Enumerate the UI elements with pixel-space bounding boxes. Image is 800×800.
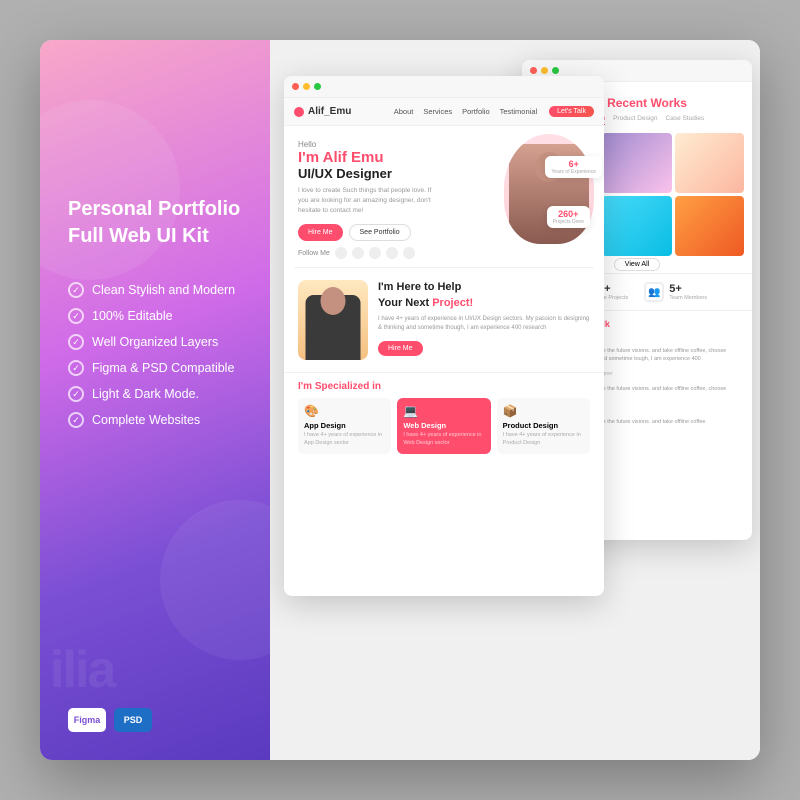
projects-num: 260+ [553, 209, 584, 219]
product-design-icon: 📦 [503, 404, 584, 418]
nav-services[interactable]: Services [423, 107, 452, 116]
see-portfolio-button[interactable]: See Portfolio [349, 224, 411, 241]
app-design-icon: 🎨 [304, 404, 385, 418]
feature-item: 100% Editable [68, 308, 242, 324]
exp-label: Years of Experience [551, 169, 596, 175]
help-person-image [298, 280, 368, 360]
right-panel: Alif_Emu About Services Portfolio Testim… [270, 40, 760, 760]
social-instagram-icon[interactable] [403, 247, 415, 259]
hero-desc: I love to create Such things that people… [298, 186, 438, 215]
dot-red-2 [530, 67, 537, 74]
check-icon [68, 360, 84, 376]
specialized-section: I'm Specialized in 🎨 App Design I have 4… [284, 372, 604, 461]
feature-item: Complete Websites [68, 412, 242, 428]
feature-item: Well Organized Layers [68, 334, 242, 350]
stats-badge: 6+ Years of Experience [545, 156, 602, 178]
stat-team-members: 👥 5+ Team Members [644, 282, 707, 302]
projects-badge: 260+ Projects Done [547, 206, 590, 228]
social-facebook-icon[interactable] [386, 247, 398, 259]
projects-label: Projects Done [553, 219, 584, 225]
product-design-desc: I have 4+ years of experience in Product… [503, 432, 584, 447]
check-icon [68, 412, 84, 428]
check-icon [68, 386, 84, 402]
social-twitter-icon[interactable] [369, 247, 381, 259]
help-section: I'm Here to Help Your Next Project! I ha… [284, 268, 604, 372]
nav-cta-button[interactable]: Let's Talk [549, 106, 594, 117]
check-icon [68, 282, 84, 298]
tool-badges: Figma PSD [68, 708, 242, 732]
view-all-button[interactable]: View All [614, 258, 660, 271]
nav-testimonial[interactable]: Testimonial [500, 107, 538, 116]
help-title: I'm Here to Help Your Next Project! [378, 280, 590, 311]
logo-dot [294, 107, 304, 117]
dot-green-2 [552, 67, 559, 74]
stat-members-info: 5+ Team Members [669, 283, 707, 301]
product-title: Personal PortfolioFull Web UI Kit [68, 196, 242, 250]
feature-item: Light & Dark Mode. [68, 386, 242, 402]
web-design-title: Web Design [403, 421, 484, 430]
nav-portfolio[interactable]: Portfolio [462, 107, 490, 116]
tab-case-studies[interactable]: Case Studies [666, 115, 705, 125]
nav-links: About Services Portfolio Testimonial [394, 107, 537, 116]
service-app-design[interactable]: 🎨 App Design I have 4+ years of experien… [298, 398, 391, 453]
people-icon: 👥 [644, 282, 664, 302]
stat-members-num: 5+ [669, 283, 707, 295]
dot-green [314, 83, 321, 90]
feature-item: Figma & PSD Compatible [68, 360, 242, 376]
social-linkedin-icon[interactable] [352, 247, 364, 259]
web-design-desc: I have 4+ years of experience in Web Des… [403, 432, 484, 447]
dot-yellow [303, 83, 310, 90]
site-logo: Alif_Emu [294, 106, 351, 117]
help-hire-button[interactable]: Hire Me [378, 341, 423, 356]
features-list: Clean Stylish and Modern 100% Editable W… [68, 282, 242, 428]
psd-badge: PSD [114, 708, 152, 732]
dot-red [292, 83, 299, 90]
feature-item: Clean Stylish and Modern [68, 282, 242, 298]
app-design-title: App Design [304, 421, 385, 430]
hire-me-button[interactable]: Hire Me [298, 224, 343, 241]
browser-bar [284, 76, 604, 98]
browser-main: Alif_Emu About Services Portfolio Testim… [284, 76, 604, 596]
work-item-3[interactable] [675, 133, 744, 193]
watermark: ilia [50, 640, 114, 700]
check-icon [68, 308, 84, 324]
app-design-desc: I have 4+ years of experience in App Des… [304, 432, 385, 447]
hero-section: 6+ Years of Experience 260+ Projects Don… [284, 126, 604, 267]
web-design-icon: 💻 [403, 404, 484, 418]
social-pinterest-icon[interactable] [335, 247, 347, 259]
stat-members-label: Team Members [669, 295, 707, 301]
figma-badge: Figma [68, 708, 106, 732]
main-card: ilia Personal PortfolioFull Web UI Kit C… [40, 40, 760, 760]
specialized-title: I'm Specialized in [298, 381, 590, 392]
service-web-design[interactable]: 💻 Web Design I have 4+ years of experien… [397, 398, 490, 453]
service-cards: 🎨 App Design I have 4+ years of experien… [298, 398, 590, 453]
exp-number: 6+ [551, 159, 596, 169]
left-panel: ilia Personal PortfolioFull Web UI Kit C… [40, 40, 270, 760]
work-item-5[interactable] [602, 196, 671, 256]
follow-me: Follow Me [298, 247, 590, 259]
tab-product-design[interactable]: Product Design [613, 115, 657, 125]
browser-nav: Alif_Emu About Services Portfolio Testim… [284, 98, 604, 126]
work-item-2[interactable] [602, 133, 671, 193]
help-desc: I have 4+ years of experience in UI/UX D… [378, 315, 590, 333]
dot-yellow-2 [541, 67, 548, 74]
work-item-6[interactable] [675, 196, 744, 256]
service-product-design[interactable]: 📦 Product Design I have 4+ years of expe… [497, 398, 590, 453]
nav-about[interactable]: About [394, 107, 414, 116]
help-content: I'm Here to Help Your Next Project! I ha… [378, 280, 590, 356]
product-design-title: Product Design [503, 421, 584, 430]
check-icon [68, 334, 84, 350]
